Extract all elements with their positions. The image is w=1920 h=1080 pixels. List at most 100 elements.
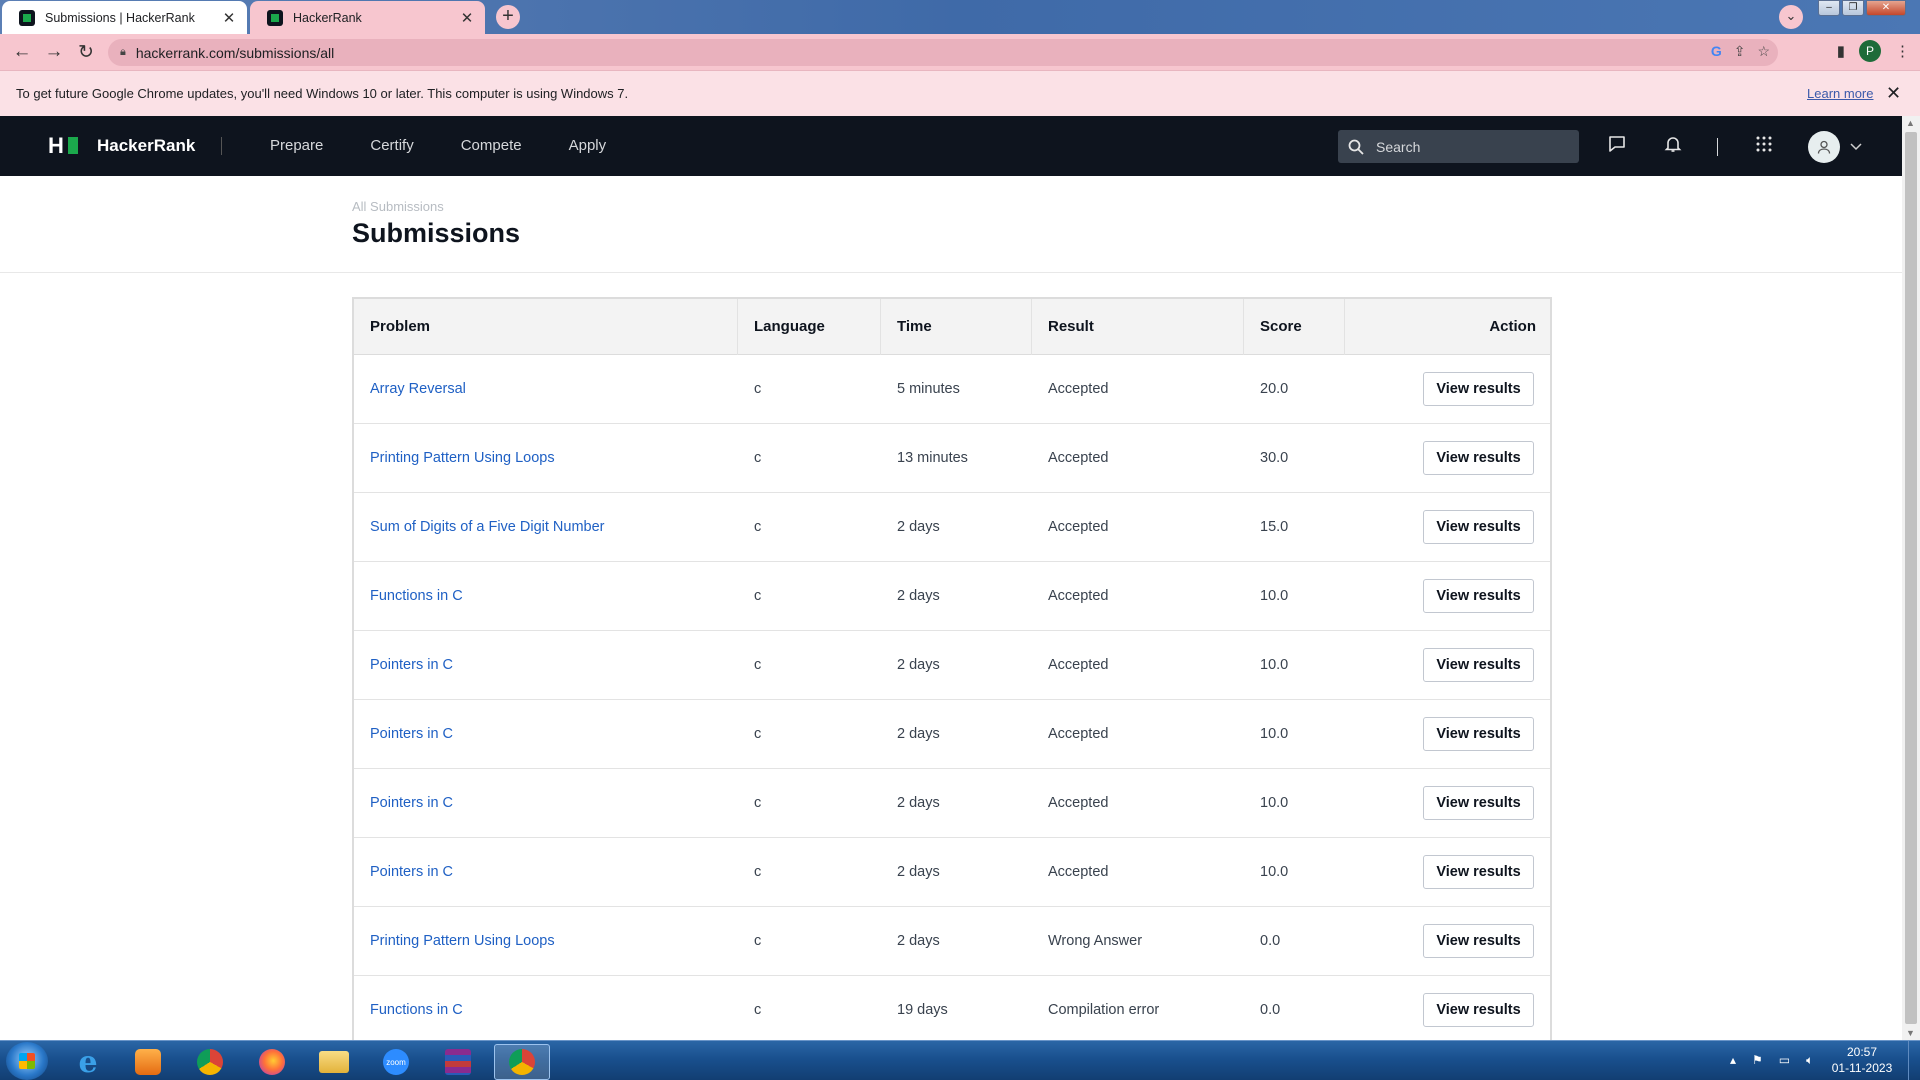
problem-link[interactable]: Sum of Digits of a Five Digit Number — [370, 519, 605, 535]
tab-close-icon[interactable]: ✕ — [457, 9, 477, 27]
tab-close-icon[interactable]: ✕ — [219, 9, 239, 27]
score-cell: 10.0 — [1260, 864, 1289, 880]
problem-link[interactable]: Pointers in C — [370, 864, 453, 880]
chrome-menu-icon[interactable]: ⋮ — [1895, 42, 1910, 60]
action-center-flag-icon[interactable]: ⚑ — [1752, 1053, 1763, 1068]
view-results-button[interactable]: View results — [1423, 441, 1534, 475]
user-avatar[interactable] — [1808, 130, 1840, 163]
media-player-icon[interactable] — [120, 1044, 176, 1080]
apps-grid-icon[interactable] — [1752, 135, 1776, 158]
problem-link[interactable]: Functions in C — [370, 1002, 463, 1018]
language-cell: c — [754, 1002, 762, 1018]
scroll-up-arrow-icon[interactable]: ▲ — [1906, 118, 1915, 128]
hackerrank-logo[interactable]: H HackerRank — [48, 133, 195, 158]
table-row: Array Reversal c 5 minutes Accepted 20.0 View… — [354, 355, 1550, 424]
reload-icon[interactable]: ↻ — [70, 41, 102, 64]
browser-toolbar: ← → ↻ 🔒︎ hackerrank.com/submissions/all … — [0, 34, 1920, 70]
side-panel-icon[interactable]: ▮ — [1837, 42, 1845, 60]
nav-prepare[interactable]: Prepare — [270, 137, 323, 154]
view-results-button[interactable]: View results — [1423, 993, 1534, 1027]
firefox-icon[interactable] — [244, 1044, 300, 1080]
time-cell: 2 days — [897, 519, 940, 535]
chrome-profile-icon[interactable] — [494, 1044, 550, 1080]
infobar-close-icon[interactable]: ✕ — [1886, 83, 1901, 104]
messages-icon[interactable] — [1605, 135, 1629, 158]
windows-taskbar: e zoom ▴ ⚑ ▭ 🔈︎ 20:57 01-11-2023 — [0, 1040, 1920, 1080]
page-title: Submissions — [352, 218, 521, 248]
windows-start-button[interactable] — [6, 1042, 48, 1080]
tray-expand-icon[interactable]: ▴ — [1730, 1053, 1736, 1068]
browser-tab-strip: Submissions | HackerRank ✕ HackerRank ✕ … — [0, 0, 1920, 34]
view-results-button[interactable]: View results — [1423, 648, 1534, 682]
view-results-button[interactable]: View results — [1423, 855, 1534, 889]
window-close-button[interactable]: ✕ — [1866, 0, 1906, 16]
browser-tab-submissions[interactable]: Submissions | HackerRank ✕ — [2, 1, 247, 34]
view-results-button[interactable]: View results — [1423, 717, 1534, 751]
back-arrow-icon[interactable]: ← — [6, 41, 38, 63]
view-results-button[interactable]: View results — [1423, 510, 1534, 544]
internet-explorer-icon[interactable]: e — [60, 1044, 116, 1080]
url-text[interactable]: hackerrank.com/submissions/all — [136, 45, 334, 61]
time-cell: 2 days — [897, 864, 940, 880]
browser-tab-hackerrank[interactable]: HackerRank ✕ — [250, 1, 485, 34]
learn-more-link[interactable]: Learn more — [1807, 86, 1873, 101]
bookmark-star-icon[interactable]: ☆ — [1757, 43, 1770, 60]
new-tab-button[interactable]: + — [496, 5, 520, 29]
winrar-icon[interactable] — [430, 1044, 486, 1080]
chevron-down-icon[interactable] — [1850, 140, 1862, 154]
problem-link[interactable]: Pointers in C — [370, 795, 453, 811]
forward-arrow-icon[interactable]: → — [38, 41, 70, 63]
scroll-down-arrow-icon[interactable]: ▼ — [1906, 1028, 1915, 1038]
result-cell: Accepted — [1048, 588, 1109, 604]
nav-certify[interactable]: Certify — [370, 137, 413, 154]
page-scrollbar[interactable]: ▲ ▼ — [1902, 116, 1920, 1040]
score-cell: 0.0 — [1260, 1002, 1281, 1018]
nav-apply[interactable]: Apply — [569, 137, 607, 154]
nav-divider — [221, 137, 222, 155]
time-cell: 2 days — [897, 726, 940, 742]
problem-link[interactable]: Printing Pattern Using Loops — [370, 450, 555, 466]
search-icon — [1348, 139, 1364, 155]
language-cell: c — [754, 726, 762, 742]
table-row: Printing Pattern Using Loops c 2 days Wrong… — [354, 907, 1550, 976]
problem-link[interactable]: Functions in C — [370, 588, 463, 604]
time-cell: 13 minutes — [897, 450, 968, 466]
chrome-icon[interactable] — [182, 1044, 238, 1080]
notifications-bell-icon[interactable] — [1661, 135, 1685, 158]
network-icon[interactable]: ▭ — [1779, 1053, 1790, 1068]
view-results-button[interactable]: View results — [1423, 924, 1534, 958]
tab-search-chevron-icon[interactable]: ⌄ — [1779, 5, 1803, 29]
file-explorer-icon[interactable] — [306, 1044, 362, 1080]
result-cell: Accepted — [1048, 381, 1109, 397]
score-cell: 30.0 — [1260, 450, 1289, 466]
problem-link[interactable]: Printing Pattern Using Loops — [370, 933, 555, 949]
scrollbar-thumb[interactable] — [1905, 132, 1917, 1024]
address-bar[interactable]: 🔒︎ hackerrank.com/submissions/all G ⇪ ☆ — [108, 39, 1778, 66]
table-row: Pointers in C c 2 days Accepted 10.0 View res… — [354, 631, 1550, 700]
share-icon[interactable]: ⇪ — [1734, 43, 1746, 60]
problem-link[interactable]: Pointers in C — [370, 657, 453, 673]
google-icon[interactable]: G — [1711, 43, 1722, 60]
volume-icon[interactable]: 🔈︎ — [1806, 1053, 1813, 1068]
restore-button[interactable]: ❐ — [1842, 0, 1864, 16]
view-results-button[interactable]: View results — [1423, 372, 1534, 406]
score-cell: 20.0 — [1260, 381, 1289, 397]
language-cell: c — [754, 864, 762, 880]
clock-time: 20:57 — [1846, 1045, 1878, 1059]
view-results-button[interactable]: View results — [1423, 786, 1534, 820]
minimize-button[interactable]: – — [1818, 0, 1840, 16]
system-clock[interactable]: 20:57 01-11-2023 — [1830, 1044, 1894, 1076]
zoom-icon[interactable]: zoom — [368, 1044, 424, 1080]
view-results-button[interactable]: View results — [1423, 579, 1534, 613]
score-cell: 10.0 — [1260, 795, 1289, 811]
nav-compete[interactable]: Compete — [461, 137, 522, 154]
profile-avatar[interactable]: P — [1859, 40, 1881, 62]
search-input[interactable]: Search — [1338, 130, 1579, 163]
problem-link[interactable]: Array Reversal — [370, 381, 466, 397]
submissions-table: Problem Language Time Result Score Actio… — [352, 297, 1552, 1045]
header-problem: Problem — [354, 298, 738, 355]
infobar-message: To get future Google Chrome updates, you… — [16, 86, 629, 101]
problem-link[interactable]: Pointers in C — [370, 726, 453, 742]
show-desktop-button[interactable] — [1908, 1041, 1920, 1080]
breadcrumb[interactable]: All Submissions — [352, 199, 444, 214]
